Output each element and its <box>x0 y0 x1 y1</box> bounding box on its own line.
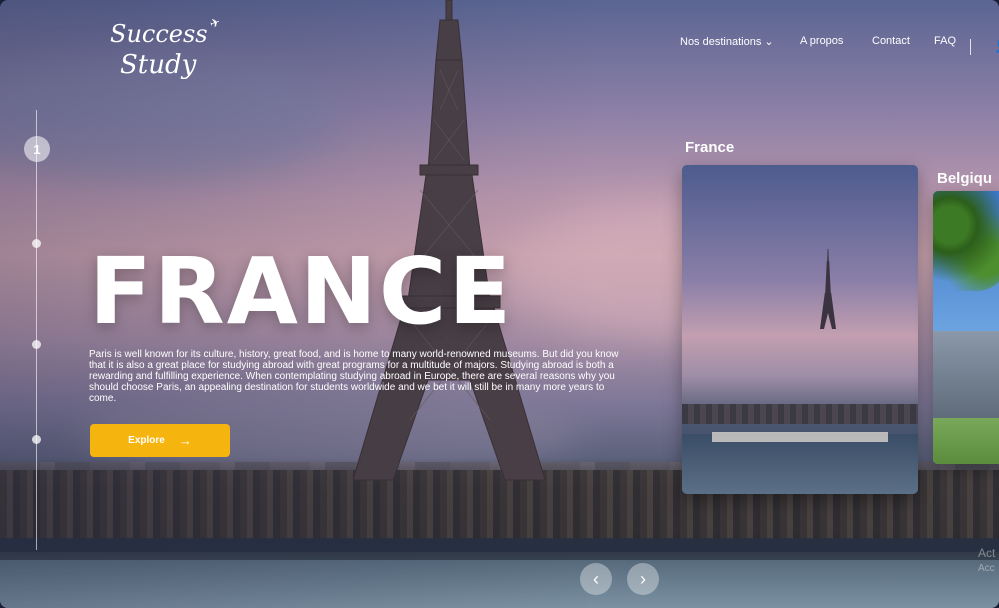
logo-line-2: Study <box>120 50 197 80</box>
card-photo-lawn <box>933 418 999 464</box>
step-dot[interactable] <box>32 340 41 349</box>
destination-card-belgium[interactable] <box>933 191 999 464</box>
explore-label: Explore <box>128 435 165 446</box>
logo[interactable]: Success Study ✈ <box>106 14 222 92</box>
logo-line-1: Success <box>110 20 208 48</box>
nav-contact[interactable]: Contact <box>872 35 910 47</box>
card-photo-boats <box>712 432 888 442</box>
chevron-right-icon: › <box>640 568 646 589</box>
card-label-france: France <box>685 139 735 156</box>
nav-destinations[interactable]: Nos destinations ⌄ <box>680 35 774 48</box>
user-icon[interactable]: 👤 <box>994 38 999 54</box>
card-photo-building <box>933 331 999 421</box>
nav-divider <box>970 39 971 55</box>
slide-progress-rail <box>36 110 37 550</box>
card-photo-water <box>682 434 918 494</box>
watermark-line-1: Act <box>978 546 996 560</box>
card-photo-trees <box>682 404 918 424</box>
previous-slide-button[interactable]: ‹ <box>580 563 612 595</box>
nav-destinations-label: Nos destinations <box>680 35 762 48</box>
arrow-right-icon: → <box>178 433 192 448</box>
step-dot[interactable] <box>32 435 41 444</box>
eiffel-tower-icon <box>820 249 836 329</box>
page: Success Study ✈ Nos destinations ⌄ A pro… <box>0 0 999 608</box>
airplane-icon: ✈ <box>207 14 223 32</box>
destination-card-france[interactable] <box>682 165 918 494</box>
activation-watermark: Act Acc <box>978 546 995 576</box>
step-dot[interactable] <box>32 239 41 248</box>
next-slide-button[interactable]: › <box>627 563 659 595</box>
chevron-down-icon: ⌄ <box>764 35 774 48</box>
hero-title: FRANCE <box>89 238 514 345</box>
nav-faq[interactable]: FAQ <box>934 35 956 47</box>
nav-about[interactable]: A propos <box>800 35 843 47</box>
watermark-line-2: Acc <box>978 563 995 574</box>
chevron-left-icon: ‹ <box>593 568 599 589</box>
card-photo-leaves <box>933 191 999 291</box>
explore-button[interactable]: Explore → <box>90 424 230 457</box>
step-indicator-active[interactable]: 1 <box>24 136 50 162</box>
card-label-belgium: Belgiqu <box>937 170 992 187</box>
hero-description: Paris is well known for its culture, his… <box>89 349 619 404</box>
